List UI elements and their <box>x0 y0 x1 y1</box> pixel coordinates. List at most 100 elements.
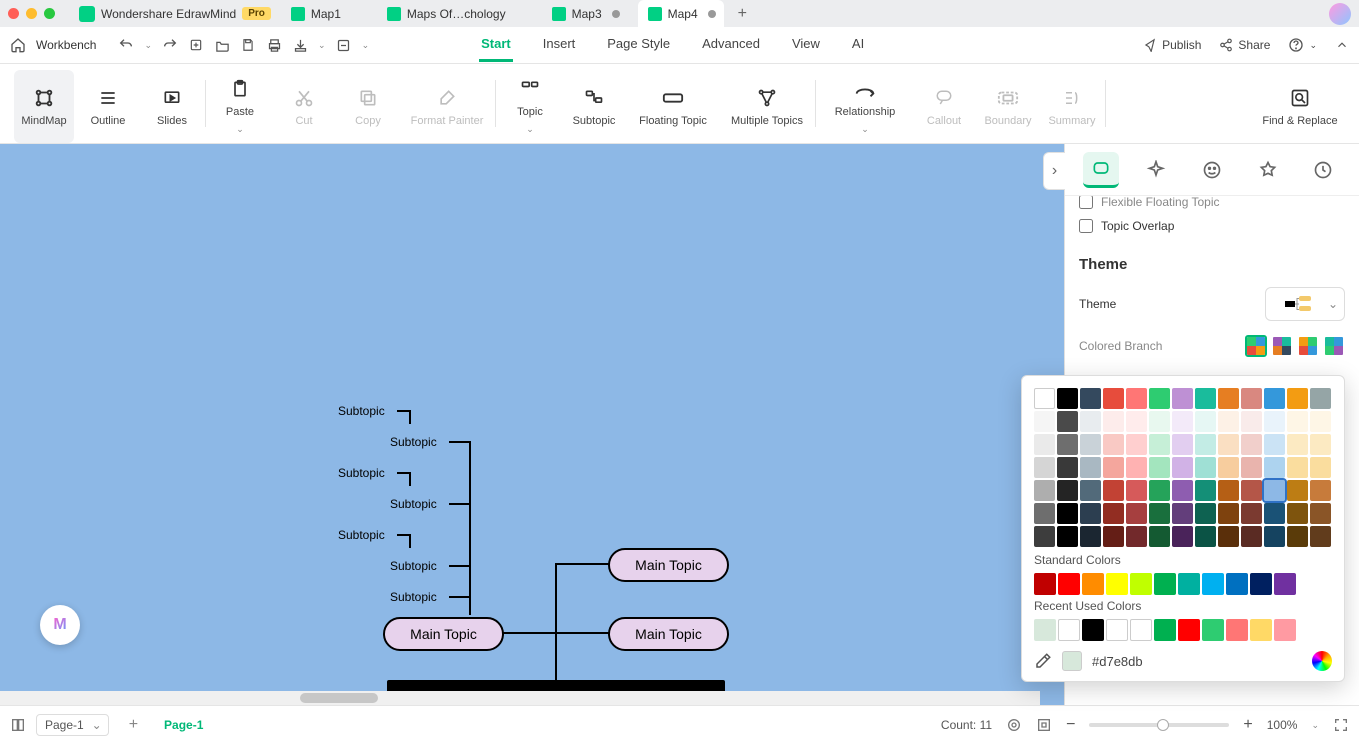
target-icon[interactable] <box>1006 717 1022 733</box>
color-swatch[interactable] <box>1080 457 1101 478</box>
color-swatch[interactable] <box>1149 503 1170 524</box>
color-swatch[interactable] <box>1126 457 1147 478</box>
page-select[interactable]: Page-1 <box>36 714 109 736</box>
boundary-button[interactable]: Boundary <box>978 70 1038 143</box>
color-swatch[interactable] <box>1149 526 1170 547</box>
side-tab-history[interactable] <box>1305 152 1341 188</box>
subtopic-node[interactable]: Subtopic <box>390 559 437 573</box>
main-topic-node[interactable]: Main Topic <box>608 548 729 582</box>
slides-view-button[interactable]: Slides <box>142 70 202 143</box>
subtopic-node[interactable]: Subtopic <box>390 435 437 449</box>
color-swatch[interactable] <box>1057 411 1078 432</box>
color-swatch[interactable] <box>1034 619 1056 641</box>
color-swatch[interactable] <box>1082 573 1104 595</box>
theme-select[interactable] <box>1265 287 1345 321</box>
color-swatch[interactable] <box>1103 411 1124 432</box>
color-swatch[interactable] <box>1080 503 1101 524</box>
color-swatch[interactable] <box>1149 434 1170 455</box>
subtopic-node[interactable]: Subtopic <box>338 404 385 418</box>
color-swatch[interactable] <box>1103 457 1124 478</box>
color-swatch[interactable] <box>1034 411 1055 432</box>
zoom-out-button[interactable]: − <box>1066 716 1075 734</box>
color-swatch[interactable] <box>1218 480 1239 501</box>
color-swatch[interactable] <box>1310 457 1331 478</box>
color-swatch[interactable] <box>1241 503 1262 524</box>
color-swatch[interactable] <box>1080 388 1101 409</box>
subtopic-node[interactable]: Subtopic <box>338 466 385 480</box>
color-swatch[interactable] <box>1241 526 1262 547</box>
color-wheel-icon[interactable] <box>1312 651 1332 671</box>
collapse-panel-button[interactable]: › <box>1043 152 1065 190</box>
color-swatch[interactable] <box>1195 457 1216 478</box>
zoom-value[interactable]: 100% <box>1267 718 1298 732</box>
color-swatch[interactable] <box>1202 573 1224 595</box>
save-icon[interactable] <box>240 37 256 53</box>
topic-button[interactable]: Topic⌄ <box>500 70 560 143</box>
color-swatch[interactable] <box>1310 434 1331 455</box>
relationship-button[interactable]: Relationship⌄ <box>820 70 910 143</box>
menu-advanced[interactable]: Advanced <box>700 28 762 62</box>
color-swatch[interactable] <box>1126 526 1147 547</box>
color-swatch[interactable] <box>1250 619 1272 641</box>
find-replace-button[interactable]: Find & Replace <box>1255 70 1345 143</box>
color-swatch[interactable] <box>1057 480 1078 501</box>
color-swatch[interactable] <box>1264 503 1285 524</box>
color-swatch[interactable] <box>1172 503 1193 524</box>
color-swatch[interactable] <box>1264 434 1285 455</box>
color-swatch[interactable] <box>1218 411 1239 432</box>
undo-icon[interactable] <box>118 37 134 53</box>
side-tab-clipart[interactable] <box>1250 152 1286 188</box>
color-swatch[interactable] <box>1103 388 1124 409</box>
color-swatch[interactable] <box>1034 480 1055 501</box>
scroll-thumb[interactable] <box>300 693 378 703</box>
subtopic-node[interactable]: Subtopic <box>390 590 437 604</box>
page-tab[interactable]: Page-1 <box>164 718 203 732</box>
color-swatch[interactable] <box>1154 619 1176 641</box>
color-swatch[interactable] <box>1264 388 1285 409</box>
color-swatch[interactable] <box>1154 573 1176 595</box>
color-swatch[interactable] <box>1126 503 1147 524</box>
subtopic-node[interactable]: Subtopic <box>390 497 437 511</box>
color-swatch[interactable] <box>1149 388 1170 409</box>
zoom-in-button[interactable]: + <box>1243 716 1252 734</box>
color-swatch[interactable] <box>1172 388 1193 409</box>
summary-button[interactable]: Summary <box>1042 70 1102 143</box>
color-swatch[interactable] <box>1172 526 1193 547</box>
color-swatch[interactable] <box>1057 388 1078 409</box>
color-swatch[interactable] <box>1287 457 1308 478</box>
fit-icon[interactable] <box>1036 717 1052 733</box>
add-page-button[interactable]: + <box>129 716 138 734</box>
color-swatch[interactable] <box>1241 434 1262 455</box>
color-swatch[interactable] <box>1080 411 1101 432</box>
outline-view-button[interactable]: Outline <box>78 70 138 143</box>
floating-topic-button[interactable]: Floating Topic <box>628 70 718 143</box>
color-swatch[interactable] <box>1126 388 1147 409</box>
color-swatch[interactable] <box>1310 503 1331 524</box>
color-swatch[interactable] <box>1034 434 1055 455</box>
main-topic-node[interactable]: Main Topic <box>608 617 729 651</box>
publish-button[interactable]: Publish <box>1143 38 1201 52</box>
color-swatch[interactable] <box>1274 619 1296 641</box>
color-swatch[interactable] <box>1172 411 1193 432</box>
main-topic-node[interactable]: Main Topic <box>383 617 504 651</box>
color-swatch[interactable] <box>1287 434 1308 455</box>
ai-float-button[interactable]: M <box>40 605 80 645</box>
color-swatch[interactable] <box>1218 503 1239 524</box>
color-swatch[interactable] <box>1195 480 1216 501</box>
color-swatch[interactable] <box>1287 526 1308 547</box>
tab-maps-of-chology[interactable]: Maps Of…chology <box>377 0 532 27</box>
format-painter-button[interactable]: Format Painter <box>402 70 492 143</box>
color-swatch[interactable] <box>1057 457 1078 478</box>
side-tab-ai[interactable] <box>1138 152 1174 188</box>
color-swatch[interactable] <box>1126 434 1147 455</box>
fullscreen-icon[interactable] <box>1333 717 1349 733</box>
color-swatch[interactable] <box>1202 619 1224 641</box>
color-swatch[interactable] <box>1080 480 1101 501</box>
color-swatch[interactable] <box>1264 480 1285 501</box>
color-swatch[interactable] <box>1250 573 1272 595</box>
menu-page-style[interactable]: Page Style <box>605 28 672 62</box>
color-swatch[interactable] <box>1218 457 1239 478</box>
color-swatch[interactable] <box>1195 388 1216 409</box>
multiple-topics-button[interactable]: Multiple Topics <box>722 70 812 143</box>
hex-value[interactable]: #d7e8db <box>1092 654 1143 669</box>
